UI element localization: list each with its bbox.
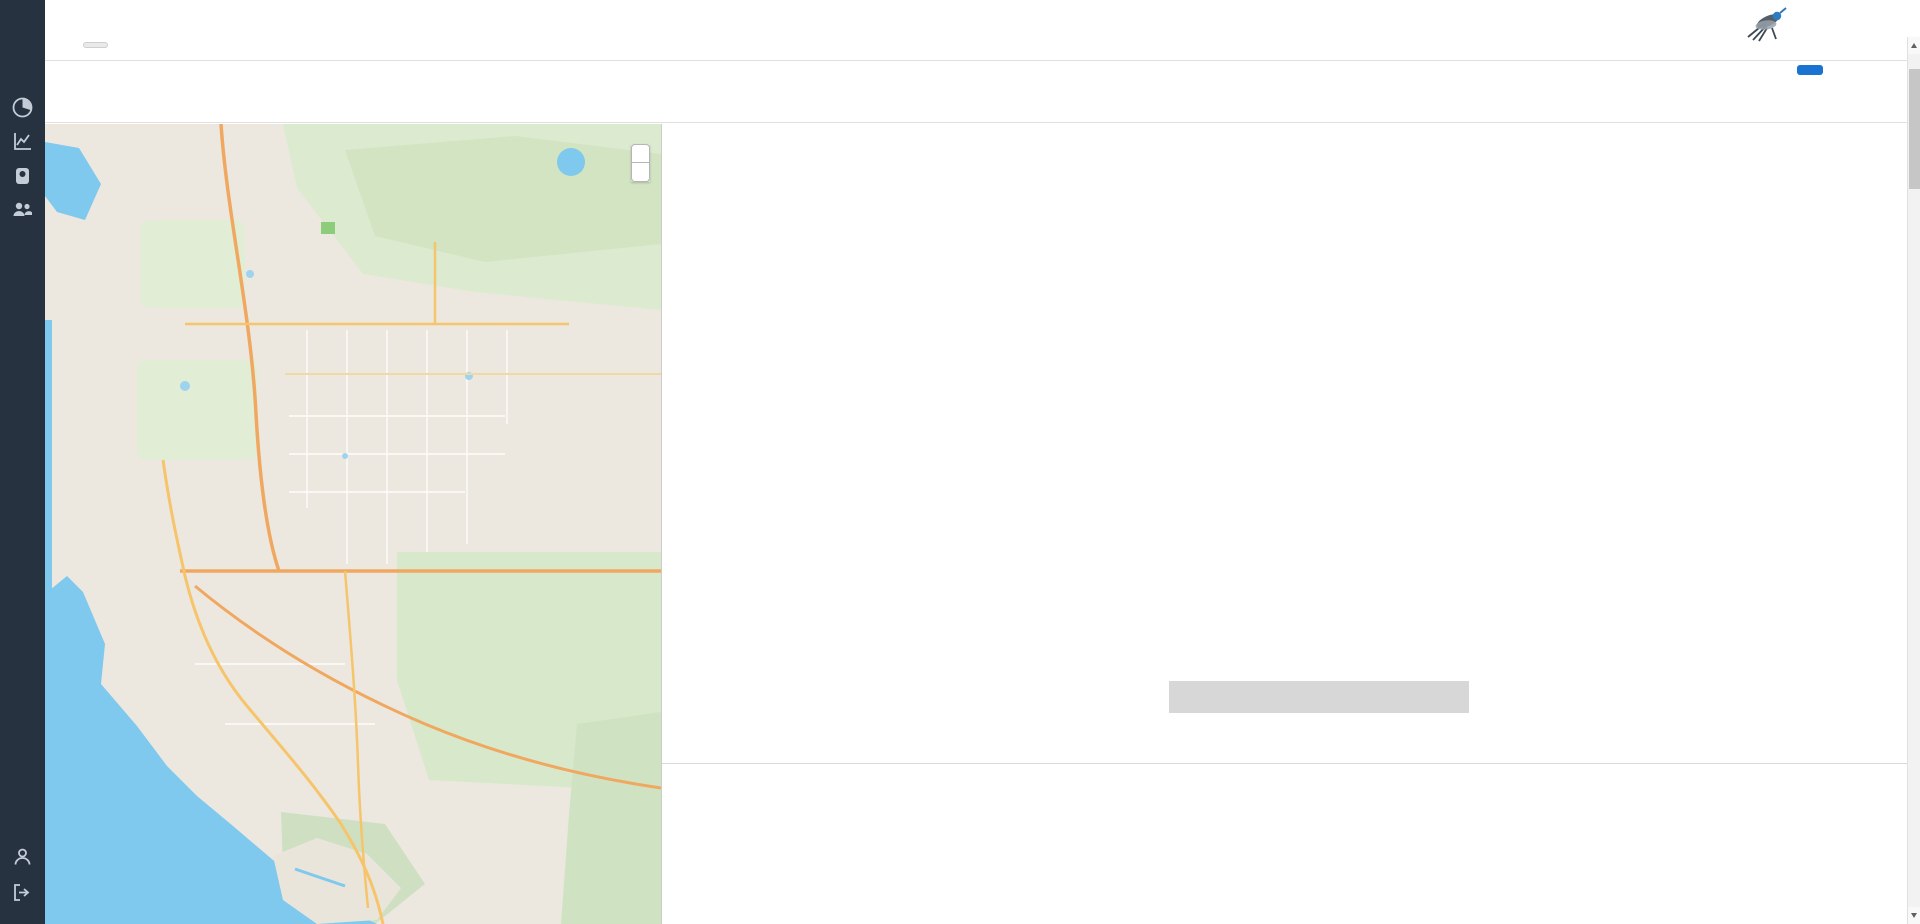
scroll-up-icon[interactable] bbox=[1908, 37, 1920, 54]
zoom-control bbox=[631, 144, 650, 182]
nav-sidebar bbox=[0, 0, 45, 924]
zoom-in-button[interactable] bbox=[631, 144, 650, 163]
trap-icon[interactable] bbox=[11, 164, 34, 187]
map[interactable] bbox=[45, 124, 661, 924]
mosquito-logo-icon bbox=[1742, 6, 1788, 47]
export-trap-data-button[interactable] bbox=[1797, 65, 1823, 75]
scrollbar-thumb[interactable] bbox=[1909, 69, 1920, 189]
line-chart bbox=[662, 124, 1908, 554]
scroll-down-icon[interactable] bbox=[1908, 907, 1920, 924]
time-range-other-button[interactable] bbox=[83, 41, 108, 48]
table-header-row bbox=[662, 716, 1908, 764]
analyzer-chart-icon[interactable] bbox=[11, 130, 34, 153]
divider bbox=[45, 122, 1907, 123]
logout-icon[interactable] bbox=[11, 881, 34, 904]
brand-logo bbox=[1742, 6, 1792, 47]
zoom-out-button[interactable] bbox=[631, 163, 650, 182]
vertical-scrollbar[interactable] bbox=[1907, 37, 1920, 924]
map-label-layer bbox=[45, 124, 661, 924]
dashboard-icon[interactable] bbox=[11, 96, 34, 119]
time-range-bar bbox=[51, 33, 108, 56]
table-group-header bbox=[1169, 681, 1469, 713]
users-icon[interactable] bbox=[11, 198, 34, 221]
account-icon[interactable] bbox=[11, 845, 34, 868]
divider bbox=[45, 60, 1907, 61]
